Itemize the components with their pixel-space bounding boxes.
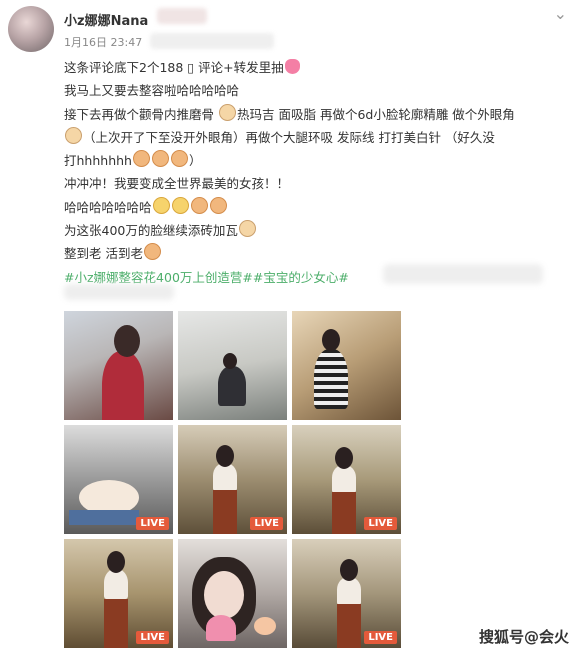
fist-emoji-icon bbox=[170, 150, 188, 168]
fist-emoji-icon bbox=[209, 196, 227, 214]
avatar[interactable] bbox=[8, 6, 54, 52]
figure-shape bbox=[337, 577, 361, 605]
post-line-9: 整到老 活到老 bbox=[64, 242, 554, 265]
post-body: 这条评论底下2个188 ▯ 评论+转发里抽 我马上又要去整容啦哈哈哈哈哈 接下去… bbox=[64, 56, 554, 289]
live-badge: LIVE bbox=[136, 631, 169, 644]
chevron-down-icon[interactable]: ⌄ bbox=[554, 4, 567, 23]
blurred-badge bbox=[157, 8, 207, 24]
figure-head bbox=[216, 445, 234, 467]
post-line-8: 为这张400万的脸继续添砖加瓦 bbox=[64, 219, 554, 242]
photo-1[interactable] bbox=[64, 311, 173, 420]
post-text: 热玛吉 面吸脂 再做个6d小脸轮廓精雕 做个外眼角 bbox=[237, 106, 515, 122]
fist-emoji-icon bbox=[132, 150, 150, 168]
post-text: 这条评论底下2个188 ▯ 评论+转发里抽 bbox=[64, 60, 284, 75]
post-text: 我马上又要去整容啦哈哈哈哈哈 bbox=[64, 83, 240, 99]
username[interactable]: 小z娜娜Nana bbox=[64, 10, 148, 29]
table-shape bbox=[69, 510, 139, 525]
fist-emoji-icon bbox=[143, 243, 161, 261]
live-badge: LIVE bbox=[136, 517, 169, 530]
figure-head bbox=[114, 325, 140, 357]
blurred-text bbox=[383, 264, 543, 284]
photo-4[interactable]: LIVE bbox=[64, 425, 173, 534]
figure-head bbox=[335, 447, 353, 469]
cat-emoji-icon bbox=[238, 220, 256, 238]
shock-emoji-icon bbox=[171, 196, 189, 214]
post-text: 接下去再做个颧骨内推磨骨 bbox=[64, 106, 215, 122]
cat-emoji-icon bbox=[65, 126, 82, 144]
blurred-text bbox=[64, 284, 174, 300]
figure-shape bbox=[332, 465, 356, 493]
post-line-4: （上次开了下至没开外眼角）再做个大腿环吸 发际线 打打美白针 （好久没 bbox=[64, 126, 554, 149]
live-badge: LIVE bbox=[364, 631, 397, 644]
figure-shape bbox=[102, 351, 144, 420]
post-text: （上次开了下至没开外眼角）再做个大腿环吸 发际线 打打美白针 （好久没 bbox=[83, 129, 495, 145]
post-text: 整到老 活到老 bbox=[64, 246, 143, 262]
figure-shape bbox=[104, 569, 128, 599]
figure-head bbox=[340, 559, 358, 581]
figure-head bbox=[223, 353, 237, 369]
cat-emoji-icon bbox=[219, 103, 236, 121]
figure-head bbox=[107, 551, 125, 573]
post-text: 为这张400万的脸继续添砖加瓦 bbox=[64, 223, 238, 239]
photo-5[interactable]: LIVE bbox=[178, 425, 287, 534]
live-badge: LIVE bbox=[364, 517, 397, 530]
figure-pants bbox=[213, 490, 237, 534]
figure-pants bbox=[104, 599, 128, 648]
figure-head bbox=[322, 329, 340, 351]
photo-9[interactable]: LIVE bbox=[292, 539, 401, 648]
photo-3[interactable] bbox=[292, 311, 401, 420]
post-line-3: 接下去再做个颧骨内推磨骨 热玛吉 面吸脂 再做个6d小脸轮廓精雕 做个外眼角 bbox=[64, 103, 554, 126]
figure-shape bbox=[218, 366, 246, 406]
cartoon-sticker-icon bbox=[254, 617, 276, 635]
heart-sticker-icon bbox=[206, 615, 236, 641]
post-date[interactable]: 1月16日 23:47 bbox=[64, 34, 142, 50]
post-line-6: 冲冲冲！我要变成全世界最美的女孩！！ bbox=[64, 172, 554, 195]
fist-emoji-icon bbox=[190, 196, 208, 214]
photo-6[interactable]: LIVE bbox=[292, 425, 401, 534]
photo-2[interactable] bbox=[178, 311, 287, 420]
photo-8[interactable] bbox=[178, 539, 287, 648]
photo-7[interactable]: LIVE bbox=[64, 539, 173, 648]
post-text: 冲冲冲！我要变成全世界最美的女孩！！ bbox=[64, 176, 290, 192]
post-line-2: 我马上又要去整容啦哈哈哈哈哈 bbox=[64, 79, 554, 102]
figure-shape bbox=[213, 463, 237, 491]
figure-shape bbox=[314, 349, 348, 409]
post-line-5: 打hhhhhhh） bbox=[64, 149, 554, 172]
live-badge: LIVE bbox=[250, 517, 283, 530]
post-text: 哈哈哈哈哈哈哈 bbox=[64, 199, 152, 215]
heart-emoji-icon bbox=[284, 59, 300, 74]
post-line-7: 哈哈哈哈哈哈哈 bbox=[64, 196, 554, 219]
blurred-source bbox=[150, 33, 274, 49]
watermark: 搜狐号@会火 bbox=[478, 628, 569, 646]
post-text: 打hhhhhhh bbox=[64, 153, 132, 169]
shock-emoji-icon bbox=[152, 196, 170, 214]
figure-pants bbox=[337, 604, 361, 648]
fist-emoji-icon bbox=[151, 150, 169, 168]
face-shape bbox=[204, 571, 244, 619]
post-line-1: 这条评论底下2个188 ▯ 评论+转发里抽 bbox=[64, 56, 554, 79]
figure-pants bbox=[332, 492, 356, 534]
topic-link[interactable]: #小z娜娜整容花400万上创造营##宝宝的少女心# bbox=[64, 270, 349, 285]
